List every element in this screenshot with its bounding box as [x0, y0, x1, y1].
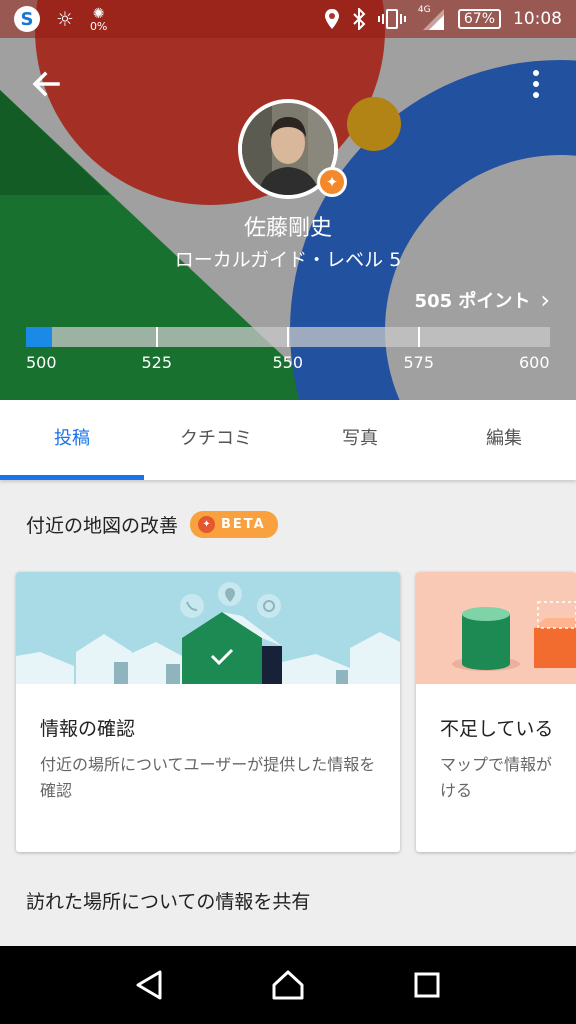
system-back-button[interactable]: [129, 965, 169, 1005]
card-description: マップで情報が ける: [440, 755, 553, 800]
data-saver-indicator: ✺ 0%: [89, 5, 108, 33]
profile-name: 佐藤剛史: [243, 216, 332, 241]
arrow-back-icon: [32, 71, 60, 97]
system-navigation-bar: [0, 946, 576, 1024]
data-saver-label: 0%: [89, 19, 108, 33]
points-progress-fill: [26, 327, 53, 347]
card-verify-info[interactable]: 情報の確認 付近の場所についてユーザーが提供した情報を確認: [16, 572, 400, 852]
card-missing-info[interactable]: 不足している マップで情報が ける: [416, 572, 576, 852]
system-recents-button[interactable]: [407, 965, 447, 1005]
back-button[interactable]: [26, 64, 66, 104]
tab-photos[interactable]: 写真: [288, 400, 432, 480]
nearby-section-header: 付近の地図の改善 ✦ BETA: [26, 511, 278, 538]
more-vert-icon: [533, 70, 539, 76]
card-title: 不足している: [440, 718, 554, 740]
profile-tabs: 投稿 クチコミ 写真 編集: [0, 400, 576, 480]
app-notification-icon: S: [14, 6, 40, 32]
progress-tick-label: 600: [519, 353, 550, 372]
profile-header: ✦ 佐藤剛史 ローカルガイド・レベル 5 505 ポイント › 500 525 55…: [0, 0, 576, 400]
status-bar: S ☼ ✺ 0% 4G 67% 10:08: [0, 0, 576, 38]
share-section-title: 訪れた場所についての情報を共有: [26, 891, 311, 913]
progress-tick: [287, 327, 289, 347]
progress-tick: [418, 327, 420, 347]
more-options-button[interactable]: [524, 66, 548, 102]
location-icon: [324, 9, 339, 29]
clock: 10:08: [513, 9, 562, 29]
back-triangle-icon: [136, 970, 162, 1000]
home-circle-icon: [272, 970, 304, 1000]
progress-tick: [156, 327, 158, 347]
bluetooth-icon: [353, 8, 366, 30]
progress-tick-label: 575: [403, 353, 435, 372]
brightness-icon: ☼: [56, 7, 74, 31]
points-progress-bar: [26, 327, 550, 347]
system-home-button[interactable]: [268, 965, 308, 1005]
progress-tick-label: 550: [272, 353, 304, 372]
tab-reviews[interactable]: クチコミ: [144, 400, 288, 480]
guide-level: ローカルガイド・レベル 5: [174, 249, 402, 271]
progress-tick-label: 525: [141, 353, 173, 372]
beta-badge: ✦ BETA: [190, 511, 278, 538]
progress-tick-label: 500: [26, 353, 57, 372]
signal-icon: 4G: [418, 5, 446, 31]
tab-edits[interactable]: 編集: [432, 400, 576, 480]
vibrate-icon: [377, 9, 406, 29]
houses-illustration: [16, 572, 400, 684]
battery-level: 67%: [463, 11, 495, 27]
beta-label: BETA: [221, 517, 266, 532]
tab-posts[interactable]: 投稿: [0, 400, 144, 480]
recents-square-icon: [414, 972, 440, 998]
points-label: 505 ポイント: [414, 291, 531, 312]
card-title: 情報の確認: [40, 718, 136, 740]
local-guide-star-icon: ✦: [198, 516, 216, 533]
card-description: 付近の場所についてユーザーが提供した情報を確認: [40, 755, 376, 800]
shapes-illustration: [416, 572, 576, 684]
points-link[interactable]: 505 ポイント ›: [415, 286, 550, 314]
nearby-section-title: 付近の地図の改善: [26, 515, 179, 537]
battery-icon: 67%: [457, 9, 501, 29]
local-guide-badge-icon: ✦: [317, 167, 347, 197]
chevron-right-icon: ›: [540, 286, 550, 314]
